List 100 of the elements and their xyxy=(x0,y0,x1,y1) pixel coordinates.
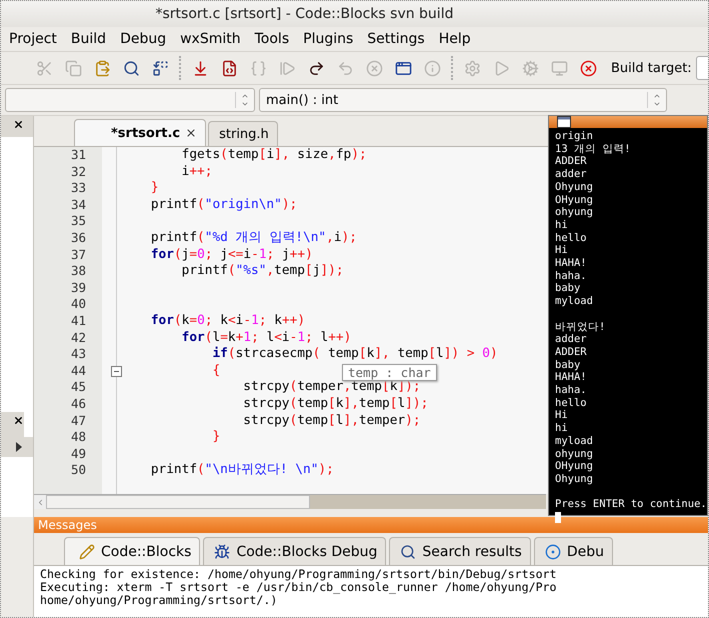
window-title: *srtsort.c [srtsort] - Code::Blocks svn build xyxy=(156,6,454,22)
terminal-line: haha. xyxy=(555,270,587,282)
line-number: 42 xyxy=(70,330,87,346)
terminal-line: adder xyxy=(555,168,587,181)
file-tab[interactable]: string.h xyxy=(208,121,278,146)
monitor-icon xyxy=(550,60,568,76)
close-icon[interactable] xyxy=(13,119,24,130)
terminal-line: origin xyxy=(555,130,593,143)
terminal-line: baby xyxy=(555,282,580,296)
line-number: 38 xyxy=(70,263,87,280)
line-number: 33 xyxy=(70,180,87,197)
code-line: printf("origin\n"); xyxy=(150,196,298,212)
log-line: home/ohyung/Programming/srtsort/.) xyxy=(40,594,278,607)
code-line: } xyxy=(211,429,220,444)
info-icon xyxy=(424,60,440,76)
terminal-line: adder xyxy=(555,333,587,346)
scope-dropdown[interactable] xyxy=(5,88,255,112)
terminal-line: hi xyxy=(555,422,568,435)
copy-icon xyxy=(64,60,82,76)
terminal-line: hi xyxy=(555,218,568,232)
terminal-line: Hi xyxy=(555,244,568,258)
line-number: 47 xyxy=(70,412,87,430)
line-number: 36 xyxy=(70,230,87,247)
log-tab[interactable]: Code::Blocks xyxy=(64,537,200,565)
code-line: fgets(temp[i], size,fp); xyxy=(180,147,367,162)
menu-item[interactable]: Project xyxy=(9,31,57,47)
text-cursor xyxy=(555,512,561,524)
menu-item[interactable]: wxSmith xyxy=(180,31,241,47)
terminal-line: Hi xyxy=(555,409,568,422)
menu-item[interactable]: Build xyxy=(70,31,106,47)
search-icon xyxy=(400,544,416,560)
code-line: printf("\n바뀌었다! \n"); xyxy=(150,462,334,478)
cog-icon xyxy=(522,60,538,76)
file-icon xyxy=(220,60,238,76)
line-number: 46 xyxy=(70,396,87,412)
tooltip: temp : char xyxy=(342,364,437,381)
line-number: 49 xyxy=(70,446,87,462)
redo-arrow-icon xyxy=(308,60,324,76)
code-line: i++; xyxy=(180,164,212,179)
line-number: 48 xyxy=(70,429,87,446)
terminal-line: 바뀌었다! xyxy=(555,320,606,334)
line-number: 31 xyxy=(70,147,87,164)
terminal-line: Press ENTER to continue. xyxy=(555,498,707,512)
log-tab[interactable]: Search results xyxy=(389,537,531,565)
stop-icon xyxy=(366,60,382,76)
line-number: 32 xyxy=(70,164,87,180)
log-line: Executing: xterm -T srtsort -e /usr/bin/cb_console_runner /home/ohyung/Pro xyxy=(40,581,558,594)
code-line: printf("%s",temp[j]); xyxy=(180,263,344,278)
line-number: 41 xyxy=(70,312,87,330)
pencil-icon xyxy=(79,544,95,560)
braces-icon xyxy=(250,60,266,76)
terminal-line: HAHA! xyxy=(555,257,587,270)
triangle-right-icon[interactable] xyxy=(1,437,33,457)
code-line: if(strcasecmp( temp[k], temp[l]) > 0) xyxy=(211,346,498,362)
terminal-line: ohyung xyxy=(555,448,593,460)
terminal-line: haha. xyxy=(555,384,587,397)
terminal-line: myload xyxy=(555,434,593,448)
menu-item[interactable]: Tools xyxy=(254,31,290,47)
horizontal-scrollbar[interactable] xyxy=(34,494,546,509)
log-tab[interactable]: Code::Blocks Debug xyxy=(203,537,386,565)
paste-icon xyxy=(94,60,110,76)
panel-title: Messages xyxy=(38,518,97,532)
terminal-line: ohyung xyxy=(555,206,593,219)
log-line: Checking for existence: /home/ohyung/Programming/srtsort/bin/Debug/srtsort xyxy=(40,568,558,581)
terminal-line: Ohyung xyxy=(555,472,593,486)
line-number: 39 xyxy=(70,280,87,296)
terminal-line: OHyung xyxy=(555,194,593,206)
close-icon[interactable] xyxy=(185,127,198,139)
menu-item[interactable]: Help xyxy=(438,31,471,47)
terminal-line: hello xyxy=(555,232,587,244)
code-line: for(k=0; k<i-1; k++) xyxy=(150,312,306,328)
line-number: 45 xyxy=(70,379,87,396)
scroll-thumb[interactable] xyxy=(46,495,310,509)
menu-item[interactable]: Plugins xyxy=(303,31,354,47)
search-icon xyxy=(122,60,140,76)
menu-item[interactable]: Settings xyxy=(367,31,425,47)
build-target-dropdown[interactable] xyxy=(696,56,708,80)
code-line: } xyxy=(150,180,159,196)
terminal-line: 13 개의 입력! xyxy=(555,142,631,156)
menu-item[interactable]: Debug xyxy=(120,31,166,47)
code-line: for(j=0; j<=i-1; j++) xyxy=(150,246,313,262)
line-number: 40 xyxy=(70,296,87,313)
terminal-line: HAHA! xyxy=(555,371,587,384)
line-number: 34 xyxy=(70,196,87,214)
log-tab[interactable]: Debu xyxy=(534,537,613,565)
terminal-line: baby xyxy=(555,358,580,372)
cut-icon xyxy=(36,60,52,76)
fold-icon[interactable] xyxy=(111,366,122,377)
terminal-line: ADDER xyxy=(555,346,587,359)
function-dropdown[interactable]: main() : int xyxy=(259,88,667,112)
build-target-label: Build target: xyxy=(611,60,692,76)
file-tab[interactable]: *srtsort.c xyxy=(74,119,206,146)
terminal-line: myload xyxy=(555,295,593,308)
close-circle-icon xyxy=(580,60,596,76)
line-number: 43 xyxy=(70,346,87,363)
terminal-line: Ohyung xyxy=(555,180,593,194)
line-number: 50 xyxy=(70,462,87,479)
replace-icon xyxy=(152,60,168,76)
close-icon[interactable] xyxy=(13,415,24,426)
window-icon xyxy=(557,116,571,128)
